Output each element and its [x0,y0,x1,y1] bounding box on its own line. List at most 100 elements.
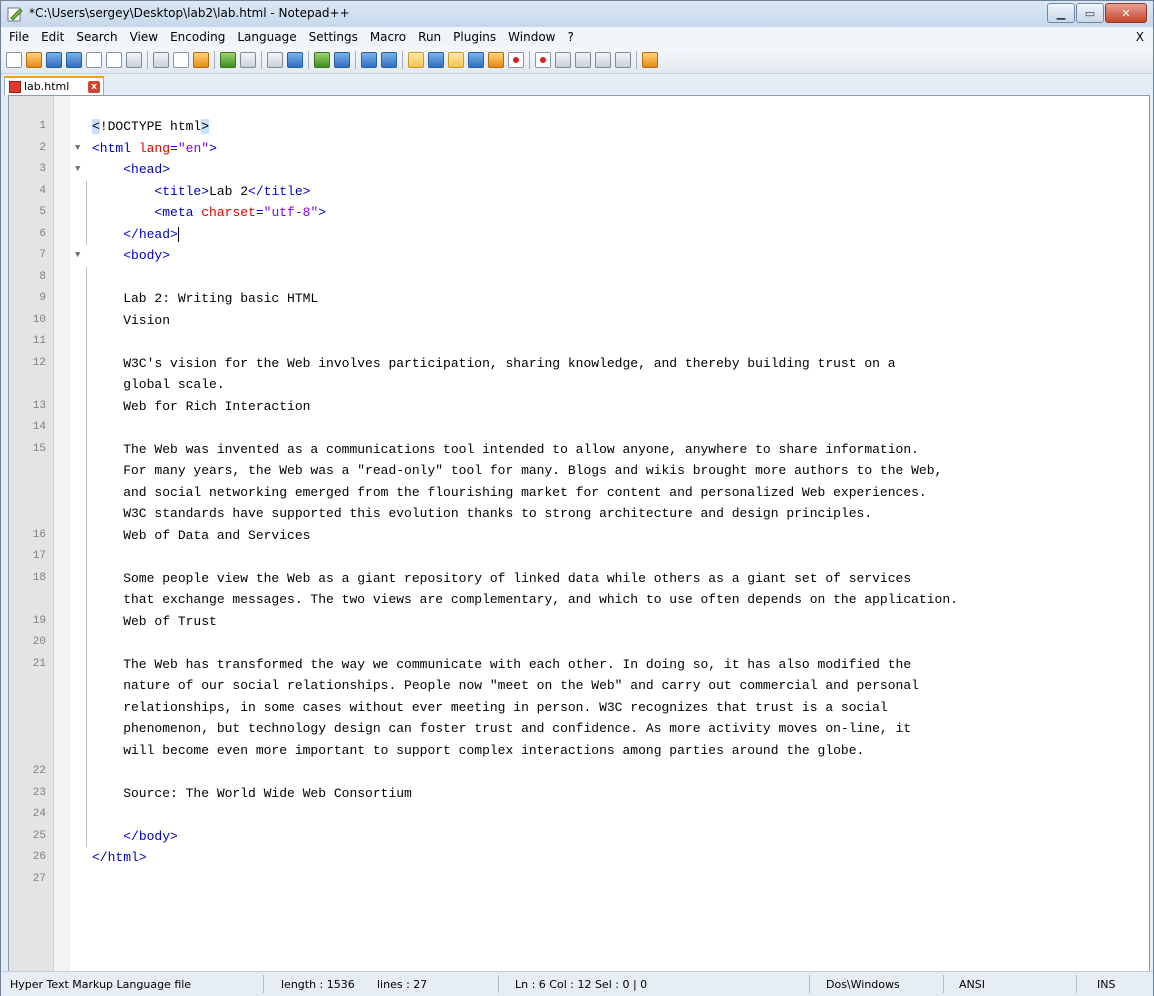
code-line[interactable]: 1 <!DOCTYPE html> [9,116,1149,138]
open-file-icon[interactable] [26,52,42,68]
menu-edit[interactable]: Edit [35,27,70,47]
fold-toggle-icon[interactable]: ▼ [75,138,80,159]
line-text[interactable]: <!DOCTYPE html> [92,116,1149,138]
sync-vertical-icon[interactable] [361,52,377,68]
word-wrap-icon[interactable] [408,52,424,68]
fold-toggle-icon[interactable]: ▼ [75,159,80,180]
save-macro-icon[interactable] [615,52,631,68]
menu-settings[interactable]: Settings [303,27,364,47]
function-list-icon[interactable] [508,52,524,68]
code-line[interactable]: 18 Some people view the Web as a giant r… [9,567,1149,611]
code-line[interactable]: 14 [9,417,1149,439]
menu-plugins[interactable]: Plugins [447,27,502,47]
code-line[interactable]: 8 [9,266,1149,288]
line-text[interactable]: Lab 2: Writing basic HTML [92,288,1149,310]
undo-icon[interactable] [220,52,236,68]
record-macro-icon[interactable] [535,52,551,68]
code-line[interactable]: 7 ▼ <body> [9,245,1149,267]
line-text[interactable]: </head> [92,224,1149,246]
window-close-button[interactable]: ✕ [1105,3,1147,23]
doc-map-icon[interactable] [488,52,504,68]
editor-area[interactable]: 1 <!DOCTYPE html> 2 ▼ <html lang="en"> 3 ▼ <he… [8,95,1150,972]
code-line[interactable]: 23 Source: The World Wide Web Consortium [9,782,1149,805]
save-all-icon[interactable] [66,52,82,68]
show-all-chars-icon[interactable] [428,52,444,68]
line-text[interactable]: <html lang="en"> [92,138,1149,160]
code-line[interactable]: 26 </html> [9,847,1149,869]
menu-file[interactable]: File [3,27,35,47]
code-line[interactable]: 2 ▼ <html lang="en"> [9,138,1149,160]
close-all-icon[interactable] [106,52,122,68]
line-text[interactable]: </body> [92,826,1149,848]
code-line[interactable]: 3 ▼ <head> [9,159,1149,181]
line-text[interactable]: Web for Rich Interaction [92,396,1149,418]
zoom-in-icon[interactable] [314,52,330,68]
find-icon[interactable] [267,52,283,68]
code-line[interactable]: 16 Web of Data and Services [9,524,1149,547]
menu-encoding[interactable]: Encoding [164,27,231,47]
menu-run[interactable]: Run [412,27,447,47]
code-line[interactable]: 6 </head> [9,223,1149,246]
code-line[interactable]: 10 Vision [9,309,1149,332]
run-macro-icon[interactable] [595,52,611,68]
code-view[interactable]: 1 <!DOCTYPE html> 2 ▼ <html lang="en"> 3 ▼ <he… [9,116,1149,890]
line-text[interactable]: W3C's vision for the Web involves partic… [92,353,1149,396]
menu-search[interactable]: Search [70,27,123,47]
stop-record-icon[interactable] [555,52,571,68]
html-tag-token: = [255,205,264,220]
zoom-out-icon[interactable] [334,52,350,68]
code-line[interactable]: 4 <title>Lab 2</title> [9,180,1149,203]
line-text[interactable]: Some people view the Web as a giant repo… [92,568,1149,611]
line-text[interactable]: Vision [92,310,1149,332]
menu-language[interactable]: Language [231,27,302,47]
code-line[interactable]: 13 Web for Rich Interaction [9,395,1149,418]
code-line[interactable]: 19 Web of Trust [9,610,1149,633]
code-line[interactable]: 5 <meta charset="utf-8"> [9,202,1149,224]
maximize-button[interactable]: ▭ [1076,3,1104,23]
tab-lab-html[interactable]: lab.html x [4,76,104,95]
sync-horizontal-icon[interactable] [381,52,397,68]
line-text[interactable]: <title>Lab 2</title> [92,181,1149,203]
redo-icon[interactable] [240,52,256,68]
code-line[interactable]: 20 [9,632,1149,654]
line-text[interactable]: The Web was invented as a communications… [92,439,1149,525]
copy-icon[interactable] [173,52,189,68]
code-line[interactable]: 24 [9,804,1149,826]
fold-toggle-icon[interactable]: ▼ [75,245,80,266]
code-line[interactable]: 22 [9,761,1149,783]
code-line[interactable]: 11 [9,331,1149,353]
code-line[interactable]: 25 </body> [9,825,1149,848]
line-text[interactable]: <meta charset="utf-8"> [92,202,1149,224]
cut-icon[interactable] [153,52,169,68]
code-line[interactable]: 9 Lab 2: Writing basic HTML [9,288,1149,310]
line-text[interactable]: Web of Trust [92,611,1149,633]
menu-macro[interactable]: Macro [364,27,412,47]
menu-window[interactable]: Window [502,27,561,47]
menu-view[interactable]: View [124,27,164,47]
code-line[interactable]: 21 The Web has transformed the way we co… [9,653,1149,762]
new-file-icon[interactable] [6,52,22,68]
minimize-button[interactable]: ▁ [1047,3,1075,23]
user-lang-icon[interactable] [468,52,484,68]
save-icon[interactable] [46,52,62,68]
line-text[interactable]: <body> [92,245,1149,267]
tab-close-icon[interactable]: x [88,80,100,93]
playback-icon[interactable] [575,52,591,68]
code-line[interactable]: 27 [9,869,1149,891]
line-text[interactable]: <head> [92,159,1149,181]
line-text[interactable]: </html> [92,847,1149,869]
print-icon[interactable] [126,52,142,68]
line-text[interactable]: Web of Data and Services [92,525,1149,547]
launch-browser-icon[interactable] [642,52,658,68]
indent-guide-icon[interactable] [448,52,464,68]
menu-help[interactable]: ? [561,27,579,47]
close-document-button[interactable]: X [1136,27,1144,47]
line-text[interactable]: Source: The World Wide Web Consortium [92,783,1149,805]
code-line[interactable]: 15 The Web was invented as a communicati… [9,438,1149,525]
paste-icon[interactable] [193,52,209,68]
code-line[interactable]: 12 W3C's vision for the Web involves par… [9,352,1149,396]
replace-icon[interactable] [287,52,303,68]
close-icon[interactable] [86,52,102,68]
line-text[interactable]: The Web has transformed the way we commu… [92,654,1149,762]
code-line[interactable]: 17 [9,546,1149,568]
